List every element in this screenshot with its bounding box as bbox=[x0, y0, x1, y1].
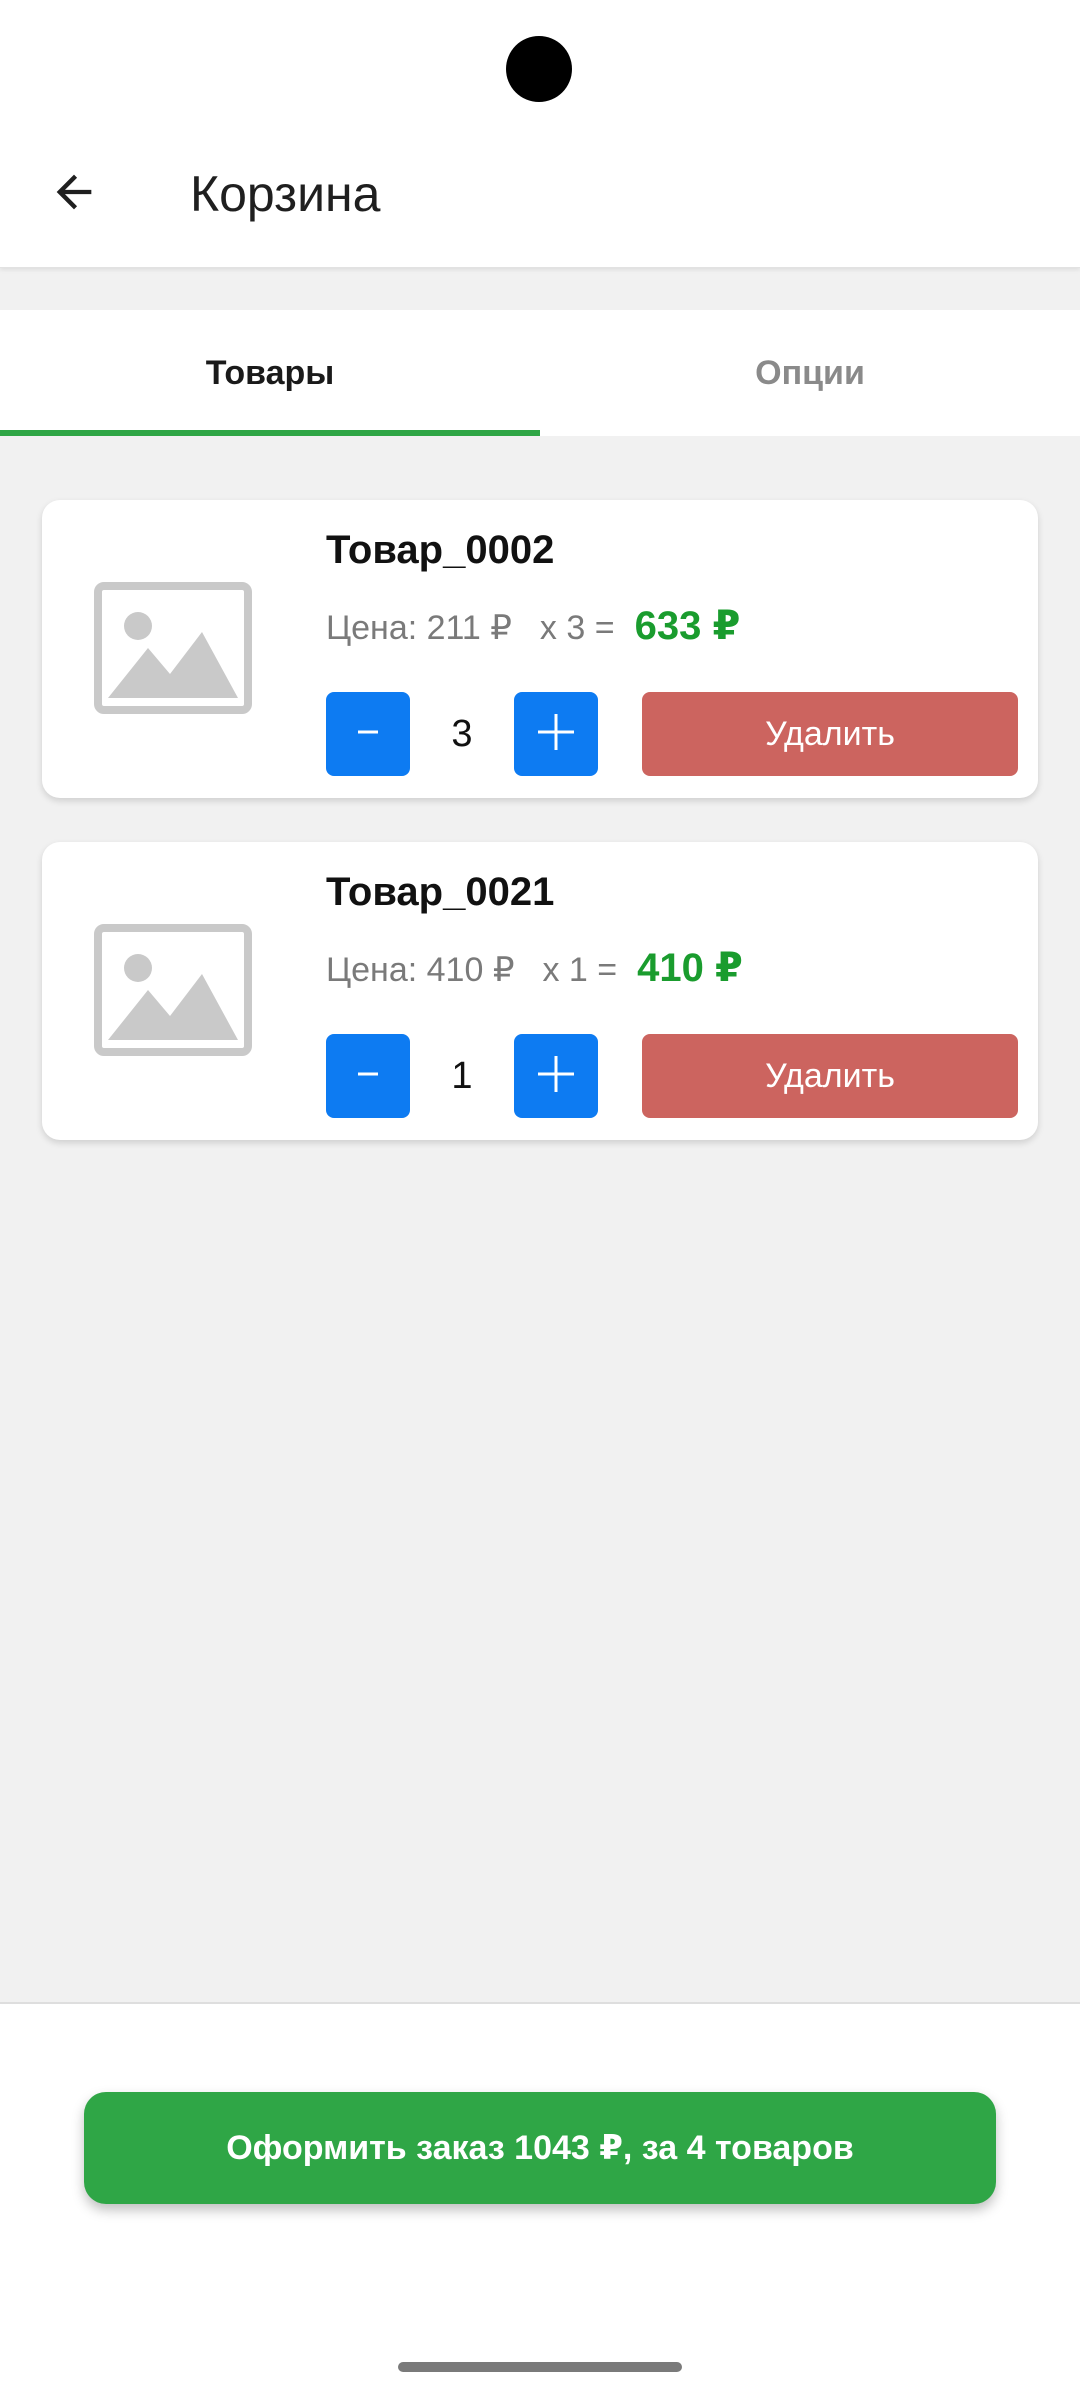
price-line: Цена: 410 ₽ x 1 = 410 ₽ bbox=[326, 940, 743, 996]
plus-icon bbox=[536, 1054, 576, 1099]
checkout-bar: Оформить заказ 1043 ₽, за 4 товаров bbox=[0, 2002, 1080, 2400]
checkout-button[interactable]: Оформить заказ 1043 ₽, за 4 товаров bbox=[84, 2092, 996, 2204]
camera-cutout bbox=[506, 36, 572, 102]
cart-item-card: Товар_0002 Цена: 211 ₽ x 3 = 633 ₽ 3 Уда… bbox=[42, 500, 1038, 798]
tab-bar: Товары Опции bbox=[0, 310, 1080, 436]
page-title: Корзина bbox=[190, 166, 381, 222]
image-placeholder-icon bbox=[94, 924, 252, 1056]
item-name: Товар_0002 bbox=[326, 528, 555, 572]
cart-screen: Корзина Товары Опции Товар_0002 Цена: 21… bbox=[0, 0, 1080, 2400]
quantity-multiplier: x 1 = bbox=[542, 951, 618, 989]
remove-item-button[interactable]: Удалить bbox=[642, 1034, 1018, 1118]
cart-item-card: Товар_0021 Цена: 410 ₽ x 1 = 410 ₽ 1 Уда… bbox=[42, 842, 1038, 1140]
arrow-left-icon bbox=[48, 166, 100, 223]
remove-item-button[interactable]: Удалить bbox=[642, 692, 1018, 776]
unit-price: Цена: 410 ₽ bbox=[326, 951, 515, 989]
increase-quantity-button[interactable] bbox=[514, 1034, 598, 1118]
minus-icon bbox=[348, 1054, 388, 1099]
plus-icon bbox=[536, 712, 576, 757]
decrease-quantity-button[interactable] bbox=[326, 692, 410, 776]
image-placeholder-icon bbox=[94, 582, 252, 714]
back-button[interactable] bbox=[36, 156, 112, 232]
decrease-quantity-button[interactable] bbox=[326, 1034, 410, 1118]
quantity-multiplier: x 3 = bbox=[539, 609, 615, 647]
tab-products[interactable]: Товары bbox=[0, 310, 540, 436]
item-name: Товар_0021 bbox=[326, 870, 555, 914]
tab-products-label: Товары bbox=[205, 353, 335, 392]
tab-active-indicator bbox=[0, 430, 540, 436]
increase-quantity-button[interactable] bbox=[514, 692, 598, 776]
app-bar: Корзина bbox=[0, 0, 1080, 268]
price-line: Цена: 211 ₽ x 3 = 633 ₽ bbox=[326, 598, 740, 654]
quantity-value: 1 bbox=[451, 1054, 473, 1097]
unit-price: Цена: 211 ₽ bbox=[326, 609, 512, 647]
item-total: 633 ₽ bbox=[634, 604, 741, 648]
tab-options[interactable]: Опции bbox=[540, 310, 1080, 436]
item-total: 410 ₽ bbox=[637, 946, 743, 990]
minus-icon bbox=[348, 712, 388, 757]
home-indicator[interactable] bbox=[398, 2362, 682, 2372]
quantity-value: 3 bbox=[451, 712, 473, 755]
tab-options-label: Опции bbox=[755, 353, 865, 392]
